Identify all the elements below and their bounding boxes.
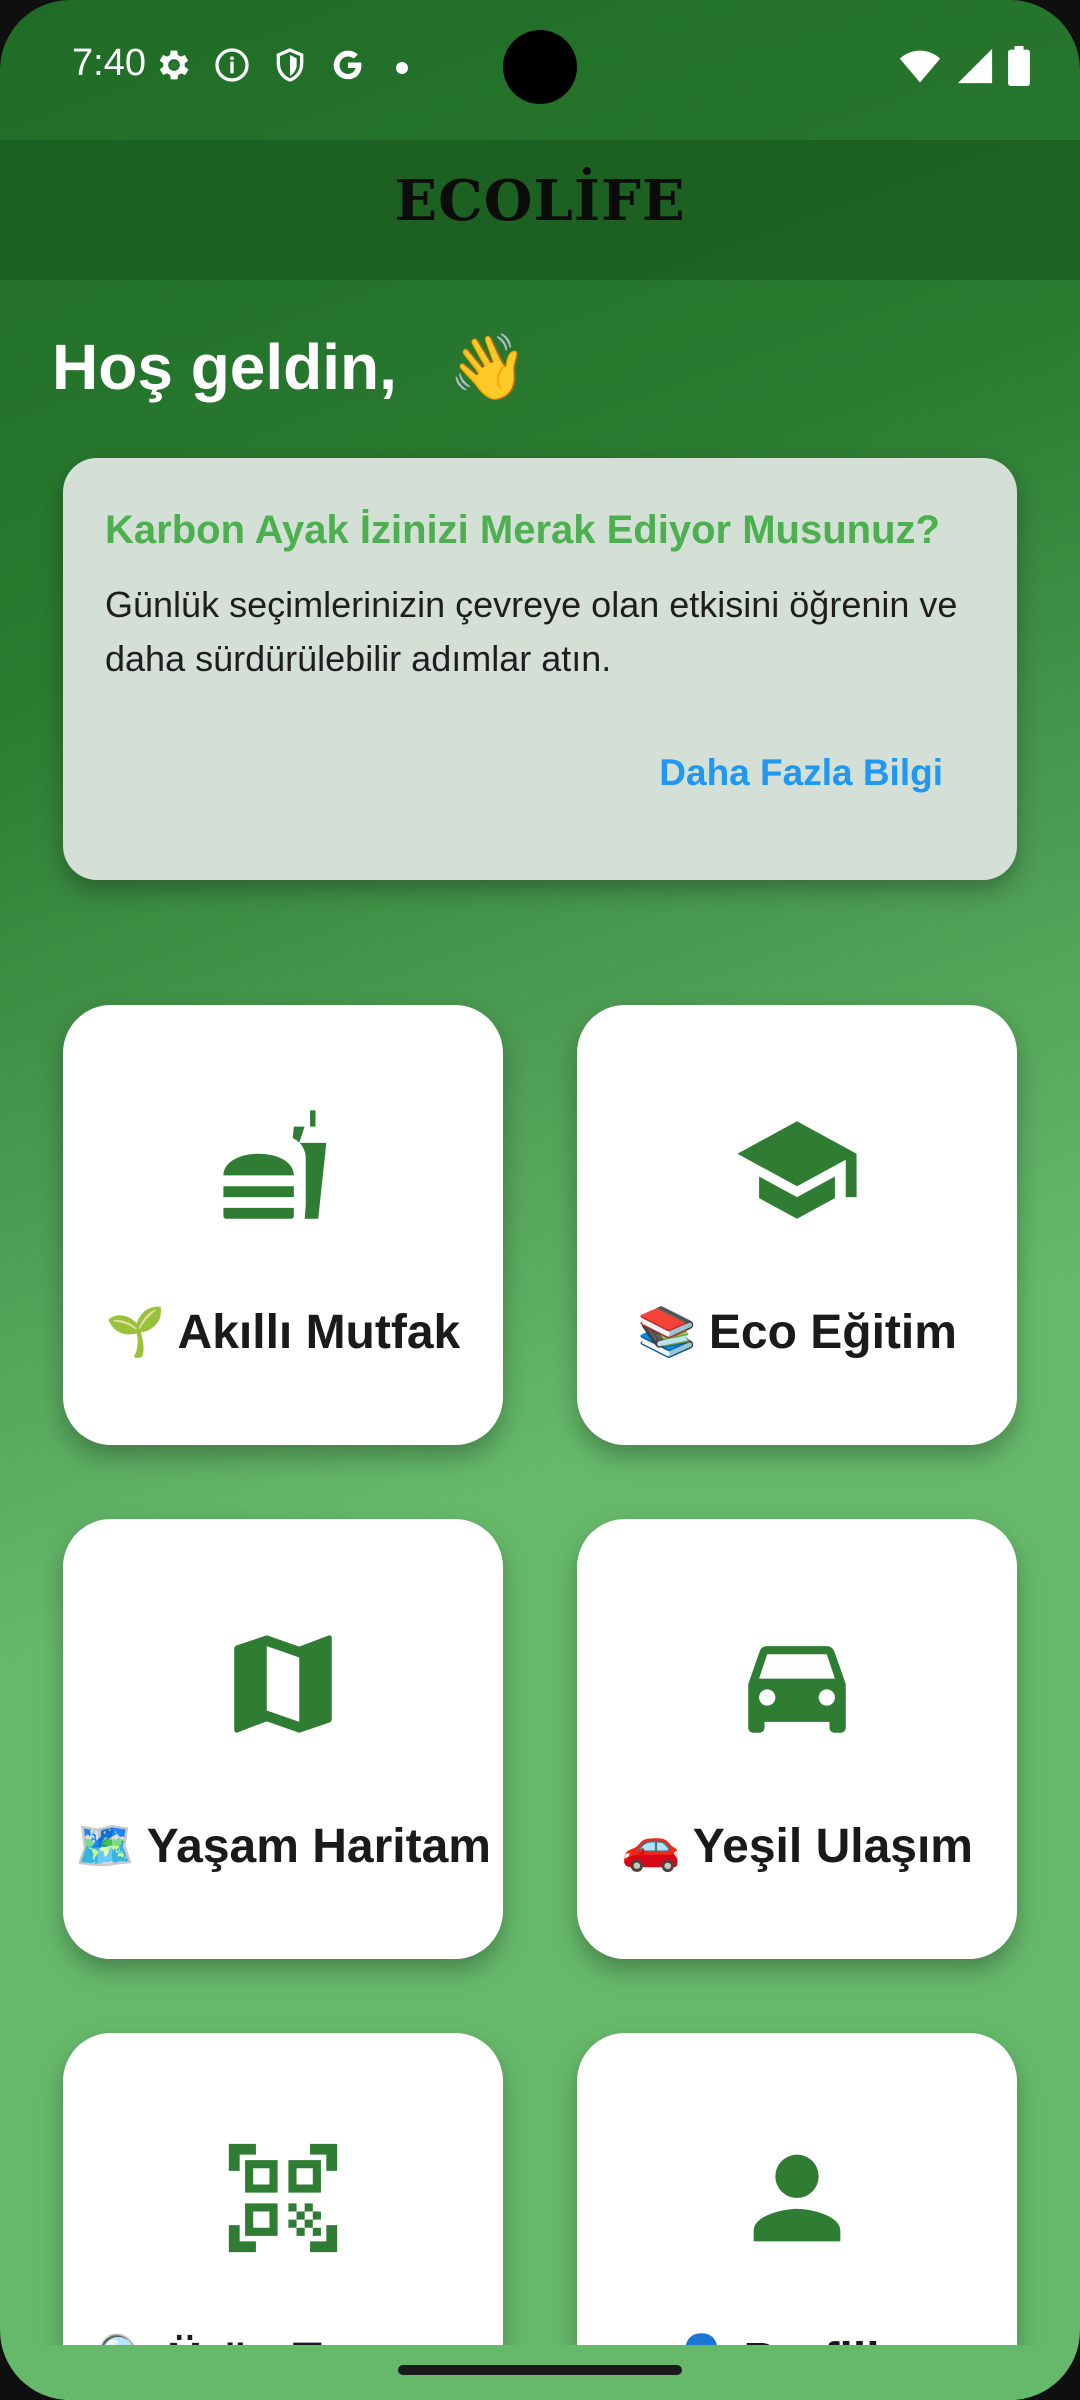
google-icon [328, 45, 368, 90]
app-screen: 7:40 ECOLİFE Hoş geldin, 👋 Karbon Ayak İ… [0, 0, 1080, 2400]
tile-label: Yaşam Haritam [146, 1820, 491, 1873]
status-left-icons [154, 45, 408, 90]
carbon-footprint-card: Karbon Ayak İzinizi Merak Ediyor Musunuz… [63, 458, 1017, 880]
tile-label: Akıllı Mutfak [177, 1306, 461, 1359]
app-title: ECOLİFE [394, 168, 686, 234]
shield-icon [270, 45, 310, 90]
tile-label: Yeşil Ulaşım [692, 1820, 973, 1873]
wifi-icon [898, 46, 942, 91]
tile-green-transport[interactable]: 🚗 Yeşil Ulaşım [577, 1519, 1017, 1959]
settings-icon [154, 45, 194, 90]
status-bar: 7:40 [0, 0, 1080, 130]
notification-dot-icon [396, 61, 408, 74]
tile-label: Eco Eğitim [708, 1306, 957, 1359]
tile-eco-education[interactable]: 📚 Eco Eğitim [577, 1005, 1017, 1445]
tile-smart-kitchen[interactable]: 🌱 Akıllı Mutfak [63, 1005, 503, 1445]
car-icon [732, 1619, 862, 1754]
seedling-emoji: 🌱 [105, 1306, 166, 1359]
tile-life-map[interactable]: 🗺️ Yaşam Haritam [63, 1519, 503, 1959]
card-title: Karbon Ayak İzinizi Merak Ediyor Musunuz… [105, 508, 940, 552]
books-emoji: 📚 [637, 1306, 697, 1359]
camera-cutout [503, 30, 577, 104]
info-icon [212, 45, 252, 90]
greeting-heading: Hoş geldin, 👋 [52, 330, 528, 405]
greeting-text: Hoş geldin, [52, 331, 397, 403]
person-icon [732, 2133, 862, 2268]
gesture-nav-handle[interactable] [398, 2365, 682, 2375]
learn-more-button[interactable]: Daha Fazla Bilgi [659, 752, 943, 794]
map-icon [218, 1619, 348, 1754]
world-map-emoji: 🗺️ [75, 1820, 135, 1873]
signal-icon [956, 46, 994, 91]
school-icon [732, 1105, 862, 1240]
car-emoji: 🚗 [621, 1820, 681, 1873]
waving-hand-emoji: 👋 [448, 331, 529, 403]
qr-scanner-icon [218, 2133, 348, 2268]
status-right-icons [898, 46, 1030, 91]
status-time: 7:40 [72, 42, 146, 84]
fastfood-icon [218, 1105, 348, 1240]
battery-icon [1008, 46, 1030, 91]
card-body: Günlük seçimlerinizin çevreye olan etkis… [105, 584, 958, 679]
